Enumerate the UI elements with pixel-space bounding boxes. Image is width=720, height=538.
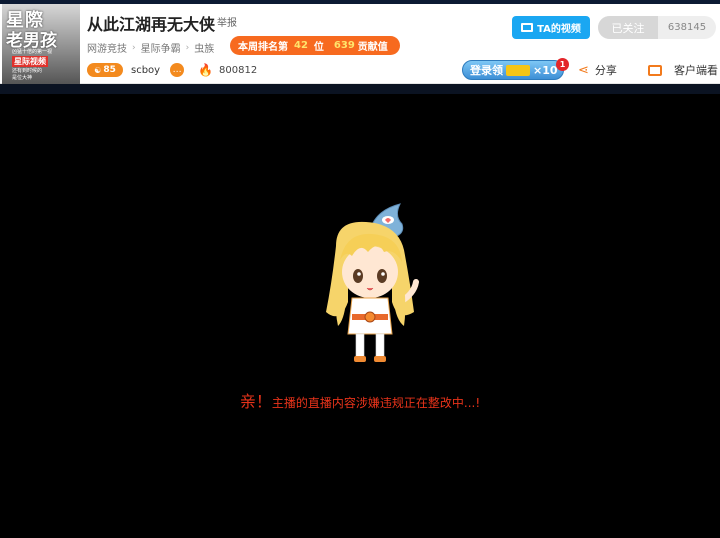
login-label: 登录领 <box>470 64 503 77</box>
thumb-line6: 是位大神 <box>12 75 33 81</box>
share-label: 分享 <box>594 64 617 77</box>
contribution-label: 贡献值 <box>357 42 388 53</box>
thumb-tag: 星际视频 <box>12 56 48 67</box>
breadcrumb: 网游竞技 › 星际争霸 › 虫族 <box>87 40 214 56</box>
level-value: 85 <box>103 65 116 75</box>
popularity-count: 800812 <box>219 64 258 76</box>
ta-video-label: TA的视频 <box>537 24 581 35</box>
login-multiplier: ×10 <box>533 63 558 77</box>
chevron-right-icon: › <box>185 42 190 53</box>
message-icon[interactable]: … <box>170 63 185 77</box>
follow-button[interactable]: 已关注 <box>598 16 658 39</box>
share-button[interactable]: ⋖ 分享 <box>578 62 617 78</box>
room-title: 从此江湖再无大侠 <box>87 15 216 34</box>
client-label: 客户端看 <box>674 64 718 77</box>
ta-video-button[interactable]: TA的视频 <box>512 16 590 39</box>
rank-number: 42 <box>294 40 308 51</box>
channel-thumbnail[interactable]: 星際 老男孩 凶猛十倍的第一视 星际视频 还有到时候的 是位大神 <box>2 4 80 84</box>
notice-text: 主播的直播内容涉嫌违规正在整改中...! <box>271 396 481 410</box>
anchor-info-row: ☯ 85 scboy … 🔥 800812 <box>87 62 257 78</box>
share-icon: ⋖ <box>578 62 589 78</box>
room-header: 星際 老男孩 凶猛十倍的第一视 星际视频 还有到时候的 是位大神 从此江湖再无大… <box>0 4 720 84</box>
client-watch-button[interactable]: 客户端看 <box>648 62 718 78</box>
follow-control: 已关注 638145 <box>598 16 716 39</box>
video-player[interactable]: 亲！主播的直播内容涉嫌违规正在整改中...! <box>0 94 720 538</box>
rank-unit: 位 <box>313 42 324 53</box>
fire-icon: 🔥 <box>198 63 214 77</box>
follower-count: 638145 <box>667 22 707 33</box>
coin-icon <box>506 64 530 76</box>
report-link[interactable]: 举报 <box>217 14 237 29</box>
violation-notice: 亲！主播的直播内容涉嫌违规正在整改中...! <box>0 388 720 412</box>
level-icon: ☯ <box>94 65 102 75</box>
monitor-icon <box>648 64 662 76</box>
thumb-line5: 还有到时候的 <box>12 68 43 74</box>
breadcrumb-item-category[interactable]: 网游竞技 <box>87 40 127 55</box>
weekly-rank-badge[interactable]: 本周排名第 42 位 639 贡献值 <box>230 36 400 55</box>
notice-prefix: 亲！ <box>239 392 272 411</box>
mascot-illustration <box>326 203 419 362</box>
chevron-right-icon: › <box>132 42 136 53</box>
rank-prefix: 本周排名第 <box>238 42 288 53</box>
breadcrumb-item-race[interactable]: 虫族 <box>194 40 214 55</box>
thumb-line3: 凶猛十倍的第一视 <box>12 49 53 55</box>
page: 星際 老男孩 凶猛十倍的第一视 星际视频 还有到时候的 是位大神 从此江湖再无大… <box>0 0 720 538</box>
header-divider <box>0 84 720 94</box>
notification-badge: 1 <box>556 58 569 71</box>
level-badge: ☯ 85 <box>87 63 123 77</box>
anchor-name[interactable]: scboy <box>131 65 160 76</box>
breadcrumb-item-game[interactable]: 星际争霸 <box>141 40 181 55</box>
login-reward-button[interactable]: 登录领 ×10 <box>462 60 564 80</box>
video-icon <box>521 23 534 32</box>
contribution-score: 639 <box>333 40 355 51</box>
